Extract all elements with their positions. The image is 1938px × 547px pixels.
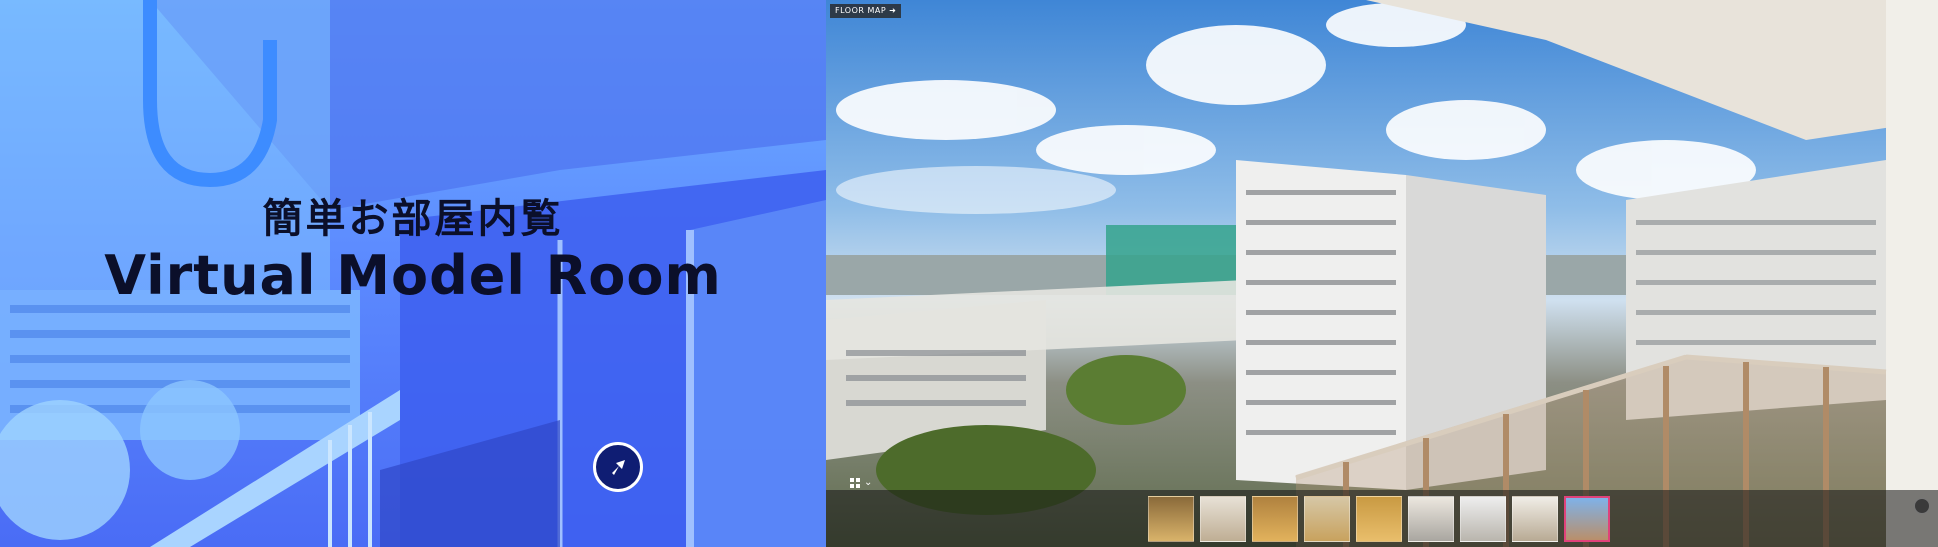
external-arrow-icon: ➜ bbox=[889, 6, 897, 15]
room-thumbnail[interactable] bbox=[1148, 496, 1194, 542]
room-thumbnail[interactable] bbox=[1408, 496, 1454, 542]
panorama-viewer[interactable]: FLOOR MAP ➜ ⌄ bbox=[826, 0, 1938, 547]
room-thumbnail[interactable] bbox=[1356, 496, 1402, 542]
chevron-down-icon: ⌄ bbox=[864, 477, 873, 488]
room-thumbnail[interactable] bbox=[1460, 496, 1506, 542]
room-thumbnail[interactable] bbox=[1200, 496, 1246, 542]
enter-tour-button[interactable] bbox=[593, 442, 643, 492]
floor-map-label: FLOOR MAP bbox=[835, 6, 887, 15]
banner-title-japanese: 簡単お部屋内覧 bbox=[262, 196, 564, 242]
banner-title-english: Virtual Model Room bbox=[104, 244, 722, 307]
arrow-up-right-icon bbox=[612, 460, 625, 475]
balcony-panorama-image bbox=[826, 0, 1938, 547]
thumbnail-menu-toggle[interactable]: ⌄ bbox=[850, 475, 872, 491]
floor-map-button[interactable]: FLOOR MAP ➜ bbox=[830, 4, 902, 18]
balcony-thumbnail-active[interactable] bbox=[1564, 496, 1610, 542]
room-thumbnail[interactable] bbox=[1512, 496, 1558, 542]
grid-icon bbox=[850, 478, 860, 488]
room-thumbnail[interactable] bbox=[1252, 496, 1298, 542]
virtual-model-room-banner[interactable]: 簡単お部屋内覧 Virtual Model Room bbox=[0, 0, 826, 547]
thumbnail-strip bbox=[826, 490, 1938, 547]
gear-icon[interactable] bbox=[1914, 498, 1930, 514]
room-thumbnail[interactable] bbox=[1304, 496, 1350, 542]
